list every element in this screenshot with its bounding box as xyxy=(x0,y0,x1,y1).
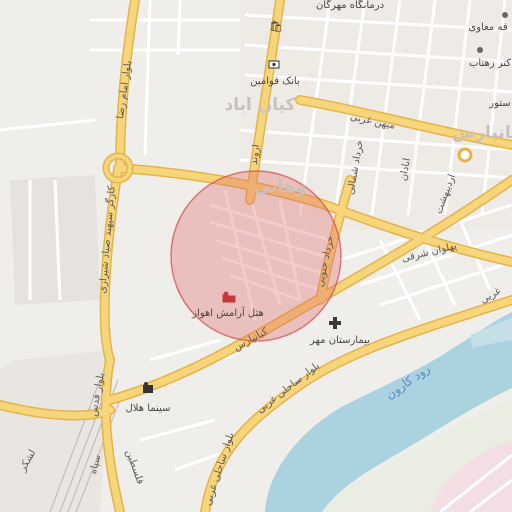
poi-rostu-label[interactable]: ستور xyxy=(488,98,510,109)
poi-moavi-label[interactable]: فه معاوی xyxy=(468,22,507,33)
poi-bank-label[interactable]: بانک قوامین xyxy=(250,76,299,87)
label-vahabi: وهابی xyxy=(254,177,306,197)
poi-moavi-icon[interactable] xyxy=(502,12,508,18)
poi-darmangah-label[interactable]: درمانگاه مهرگان xyxy=(316,0,384,11)
poi-hotel-label[interactable]: هتل آرامش اهواز xyxy=(191,306,264,319)
bank-icon-dot xyxy=(272,62,276,67)
cinema-icon-reel xyxy=(144,382,148,386)
poi-hospital-label[interactable]: بیمارستان مهر xyxy=(309,335,370,346)
rail-yard xyxy=(0,350,110,512)
map-view[interactable]: کیان اباد کیانپارس وهابی رود کارون بلوار… xyxy=(0,0,512,512)
poi-cinema-label[interactable]: سینما هلال xyxy=(126,403,171,414)
poi-zahtab-label[interactable]: کتر زهتاب xyxy=(469,58,511,69)
map-canvas[interactable]: کیان اباد کیانپارس وهابی رود کارون بلوار… xyxy=(0,0,512,512)
label-kian-abad: کیان اباد xyxy=(225,95,296,115)
kianpars-roundabout xyxy=(457,147,473,163)
label-kianpars: کیانپارس xyxy=(452,123,512,143)
poi-zahtab-icon[interactable] xyxy=(477,47,483,53)
shop-icon[interactable]: 🛍 xyxy=(269,20,283,33)
cinema-icon[interactable] xyxy=(143,385,153,393)
